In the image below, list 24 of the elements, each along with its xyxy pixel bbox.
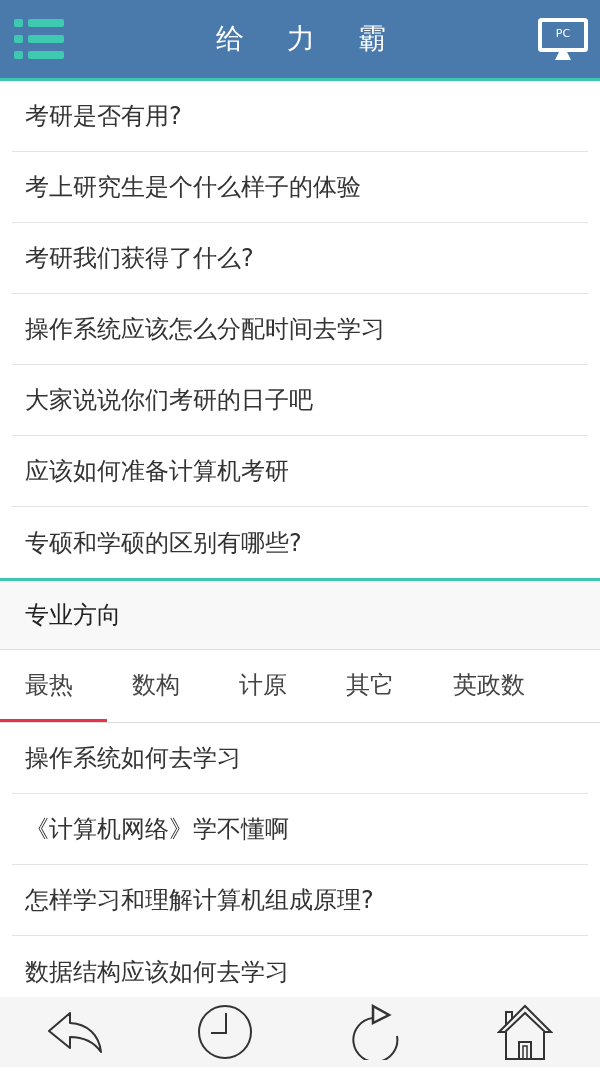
back-icon[interactable]	[46, 1009, 104, 1055]
refresh-icon[interactable]	[350, 1004, 400, 1060]
topic-item[interactable]: 大家说说你们考研的日子吧	[12, 365, 588, 436]
pc-button[interactable]: PC	[538, 17, 588, 61]
category-tab[interactable]: 最热	[0, 650, 107, 722]
category-tab[interactable]: 英政数	[428, 650, 535, 722]
topic-item[interactable]: 专硕和学硕的区别有哪些?	[12, 507, 588, 578]
clock-icon[interactable]	[197, 1004, 253, 1060]
section-title: 专业方向	[0, 578, 600, 650]
topic-item[interactable]: 考研我们获得了什么?	[12, 223, 588, 294]
topic-item[interactable]: 数据结构应该如何去学习	[12, 936, 588, 997]
topic-item[interactable]: 操作系统如何去学习	[12, 723, 588, 794]
category-tab[interactable]: 其它	[321, 650, 428, 722]
topic-item[interactable]: 《计算机网络》学不懂啊	[12, 794, 588, 865]
topic-item[interactable]: 考研是否有用?	[12, 81, 588, 152]
topic-item[interactable]: 怎样学习和理解计算机组成原理?	[12, 865, 588, 936]
topic-item[interactable]: 操作系统应该怎么分配时间去学习	[12, 294, 588, 365]
category-tab[interactable]: 计原	[214, 650, 321, 722]
category-tab[interactable]: 数构	[107, 650, 214, 722]
monitor-icon	[538, 17, 588, 61]
app-title: 给 力 霸	[216, 21, 403, 57]
topic-item[interactable]: 应该如何准备计算机考研	[12, 436, 588, 507]
home-icon[interactable]	[497, 1004, 553, 1060]
topic-item[interactable]: 考上研究生是个什么样子的体验	[12, 152, 588, 223]
